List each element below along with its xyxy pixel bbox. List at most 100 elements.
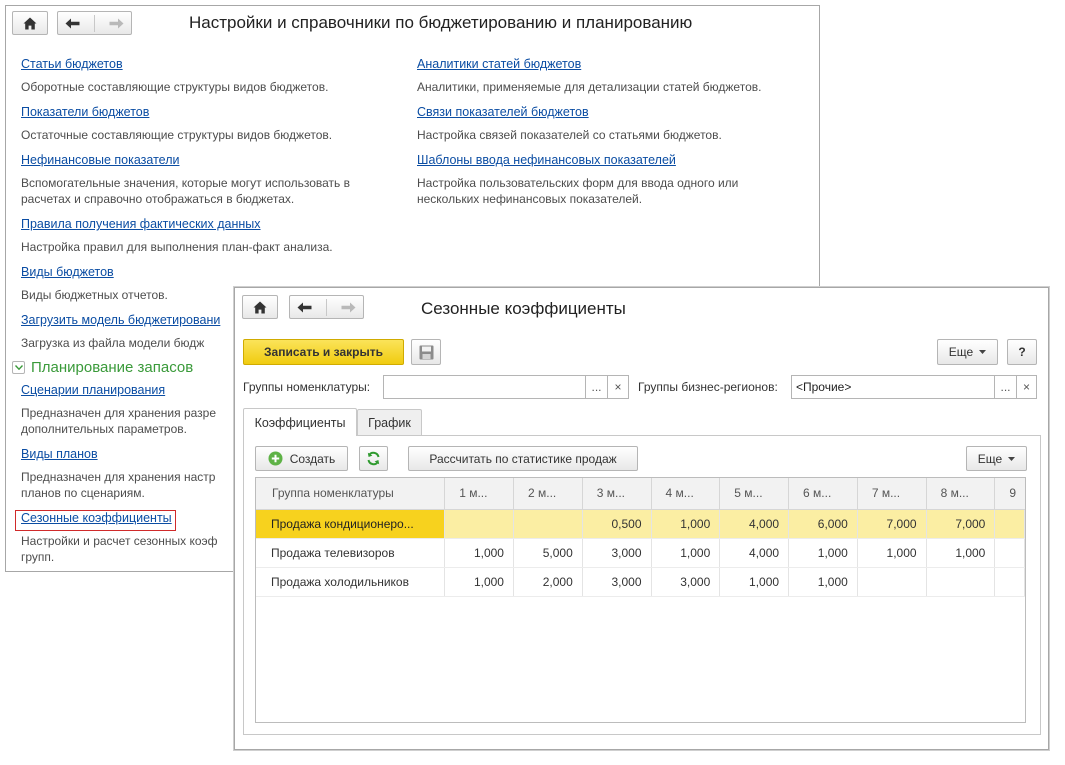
table-cell[interactable]: 1,000	[444, 567, 514, 597]
business-regions-select-button[interactable]: ...	[994, 375, 1017, 399]
table-cell[interactable]	[994, 509, 1025, 539]
business-regions-clear-button[interactable]: ×	[1016, 375, 1037, 399]
create-button[interactable]: Создать	[255, 446, 348, 471]
table-cell[interactable]: 1,000	[857, 538, 927, 568]
nav-buttons	[289, 295, 364, 319]
table-cell[interactable]: 3,000	[582, 538, 652, 568]
refresh-button[interactable]	[359, 446, 388, 471]
link-budget-types[interactable]: Виды бюджетов	[21, 265, 114, 279]
help-button[interactable]: ?	[1007, 339, 1037, 365]
nomenclature-groups-label: Группы номенклатуры:	[243, 380, 371, 394]
save-and-close-button[interactable]: Записать и закрыть	[243, 339, 404, 365]
link-input-templates[interactable]: Шаблоны ввода нефинансовых показателей	[417, 153, 676, 167]
column-header[interactable]: 8 м...	[926, 478, 996, 510]
table-cell[interactable]: 6,000	[788, 509, 858, 539]
link-nonfinancial-indicators[interactable]: Нефинансовые показатели	[21, 153, 179, 167]
table-cell[interactable]: 4,000	[719, 538, 790, 568]
table-row[interactable]: Продажа кондиционеро... 0,500 1,000 4,00…	[256, 509, 1025, 539]
group-toggle[interactable]	[12, 361, 25, 374]
save-disk-icon	[419, 345, 433, 359]
group-inventory-planning[interactable]: Планирование запасов	[12, 359, 193, 376]
more-label: Еще	[948, 345, 974, 359]
table-cell[interactable]: 1,000	[651, 509, 721, 539]
calculate-from-sales-button[interactable]: Рассчитать по статистике продаж	[408, 446, 638, 471]
grid-more-button[interactable]: Еще	[966, 446, 1027, 471]
column-header[interactable]: 7 м...	[857, 478, 927, 510]
table-cell[interactable]: 3,000	[582, 567, 652, 597]
nav-buttons	[57, 11, 132, 35]
table-cell[interactable]: 7,000	[926, 509, 996, 539]
create-label: Создать	[289, 451, 336, 466]
table-cell[interactable]: 4,000	[719, 509, 790, 539]
more-button[interactable]: Еще	[937, 339, 998, 365]
table-cell[interactable]	[513, 509, 583, 539]
home-button[interactable]	[242, 295, 278, 319]
desc-budget-item-analytics: Аналитики, применяемые для детализации с…	[417, 80, 762, 94]
business-regions-field[interactable]: <Прочие>	[791, 375, 995, 399]
nomenclature-groups-field[interactable]	[383, 375, 586, 399]
table-row[interactable]: Продажа телевизоров 1,000 5,000 3,000 1,…	[256, 538, 1025, 568]
forward-arrow-icon	[341, 302, 356, 312]
table-cell[interactable]: Продажа холодильников	[256, 567, 446, 597]
table-cell[interactable]: 7,000	[857, 509, 927, 539]
table-cell[interactable]	[444, 509, 514, 539]
table-cell[interactable]: 0,500	[582, 509, 652, 539]
table-cell[interactable]: 1,000	[788, 567, 858, 597]
grid-more-label: Еще	[977, 451, 1003, 466]
column-header[interactable]: 1 м...	[444, 478, 514, 510]
table-cell[interactable]: 5,000	[513, 538, 583, 568]
home-button[interactable]	[12, 11, 48, 35]
link-budget-items[interactable]: Статьи бюджетов	[21, 57, 123, 71]
table-cell[interactable]: 1,000	[719, 567, 790, 597]
column-header[interactable]: 5 м...	[719, 478, 790, 510]
back-arrow-icon	[297, 302, 312, 312]
back-arrow-icon	[65, 18, 80, 28]
table-header: Группа номенклатуры 1 м... 2 м... 3 м...…	[256, 478, 1025, 510]
column-header[interactable]: 6 м...	[788, 478, 858, 510]
column-header[interactable]: 3 м...	[582, 478, 652, 510]
link-budget-item-analytics[interactable]: Аналитики статей бюджетов	[417, 57, 581, 71]
forward-button[interactable]	[109, 18, 124, 29]
tab-chart[interactable]: График	[357, 409, 422, 436]
column-header[interactable]: 2 м...	[513, 478, 583, 510]
desc-input-templates: Настройка пользовательских форм для ввод…	[417, 176, 739, 206]
coefficients-tab-panel: Создать Рассчитать по статистике продаж …	[243, 435, 1041, 735]
page-title: Сезонные коэффициенты	[421, 299, 626, 318]
desc-load-budget-model: Загрузка из файла модели бюдж	[21, 336, 205, 350]
column-header[interactable]: 9	[994, 478, 1025, 510]
coefficients-table[interactable]: Группа номенклатуры 1 м... 2 м... 3 м...…	[255, 477, 1026, 723]
link-load-budget-model[interactable]: Загрузить модель бюджетировани	[21, 313, 220, 327]
tab-coefficients[interactable]: Коэффициенты	[243, 408, 357, 436]
link-actual-data-rules[interactable]: Правила получения фактических данных	[21, 217, 261, 231]
nomenclature-groups-select-button[interactable]: ...	[585, 375, 608, 399]
table-cell[interactable]: 1,000	[788, 538, 858, 568]
table-cell[interactable]: 1,000	[651, 538, 721, 568]
link-plan-types[interactable]: Виды планов	[21, 447, 98, 461]
back-button[interactable]	[297, 302, 312, 313]
table-cell[interactable]	[857, 567, 927, 597]
desc-indicator-links: Настройка связей показателей со статьями…	[417, 128, 722, 142]
back-button[interactable]	[65, 18, 80, 29]
link-budget-indicators[interactable]: Показатели бюджетов	[21, 105, 149, 119]
forward-button[interactable]	[341, 302, 356, 313]
table-cell[interactable]: 1,000	[444, 538, 514, 568]
column-header[interactable]: Группа номенклатуры	[256, 478, 446, 510]
chevron-down-icon	[1008, 456, 1016, 461]
table-cell[interactable]	[994, 567, 1025, 597]
table-cell[interactable]	[926, 567, 996, 597]
table-row[interactable]: Продажа холодильников 1,000 2,000 3,000 …	[256, 567, 1025, 597]
link-indicator-links[interactable]: Связи показателей бюджетов	[417, 105, 589, 119]
table-cell[interactable]: 2,000	[513, 567, 583, 597]
table-cell[interactable]: Продажа телевизоров	[256, 538, 446, 568]
nomenclature-groups-clear-button[interactable]: ×	[607, 375, 629, 399]
table-cell[interactable]	[994, 538, 1025, 568]
link-planning-scenarios[interactable]: Сценарии планирования	[21, 383, 165, 397]
table-cell[interactable]: Продажа кондиционеро...	[256, 509, 446, 539]
table-cell[interactable]: 3,000	[651, 567, 721, 597]
table-cell[interactable]: 1,000	[926, 538, 996, 568]
desc-nonfinancial-indicators: Вспомогательные значения, которые могут …	[21, 176, 351, 206]
column-header[interactable]: 4 м...	[651, 478, 721, 510]
link-seasonal-coefficients[interactable]: Сезонные коэффициенты	[21, 511, 172, 525]
save-button[interactable]	[411, 339, 441, 365]
home-icon	[253, 301, 267, 313]
